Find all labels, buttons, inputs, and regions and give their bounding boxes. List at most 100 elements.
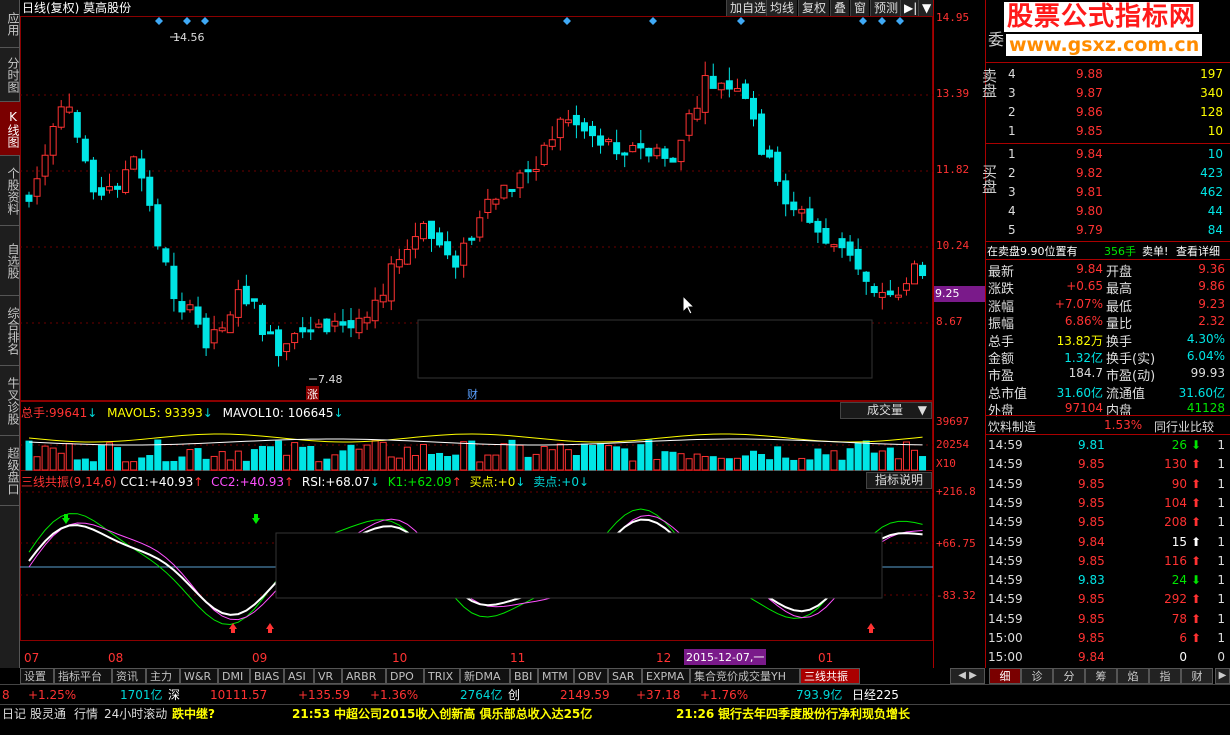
zhang-marker[interactable]: 涨 [306,386,319,402]
news-time-3: 21:26 [676,707,715,721]
nav-item-0[interactable]: 应用 [0,0,20,48]
nav-item-3[interactable]: 个股资料 [0,156,20,226]
buy-level-row[interactable]: 3 9.81 462 [986,183,1230,201]
panel-tab[interactable]: 指 [1149,668,1181,684]
chevron-down-icon[interactable]: ▼ [918,0,935,16]
nav-item-7[interactable]: 超级盘口 [0,436,20,506]
indicator-tab[interactable]: W&R [180,668,218,684]
panel-tab[interactable]: 财 [1181,668,1213,684]
big-order-notice[interactable]: 在卖盘9.90位置有 356手 卖单! 查看详细 [986,241,1230,259]
indicator-tab[interactable]: ARBR [342,668,386,684]
nav-item-1[interactable]: 分时图 [0,48,20,102]
panel-tab-scroll[interactable]: ▶ [1215,668,1230,684]
panel-tab[interactable]: 分 [1053,668,1085,684]
volume-bar [830,450,838,471]
kline-chart-area[interactable]: 07 08 09 10 11 12 01 [20,0,933,668]
panel-tab[interactable]: 焰 [1117,668,1149,684]
level-price: 9.86 [1076,105,1103,119]
news-tab-24h[interactable]: 24小时滚动 [104,705,167,722]
indicator-tab[interactable]: TRIX [424,668,460,684]
sell-level-row[interactable]: 1 9.85 10 [986,122,1230,140]
tab-scroll-arrows[interactable]: ◀ ▶ [950,668,985,684]
tick-volume: 15 [1171,534,1187,549]
restore-right-button[interactable]: 复权 [798,0,830,16]
date-tick: 07 [24,651,39,665]
volume-bar [798,457,806,471]
indicator-tab[interactable]: 指标平台 [54,668,112,684]
tick-count: 1 [1217,476,1225,491]
indicator-tab[interactable]: BIAS [250,668,284,684]
sell-level-row[interactable]: 3 9.87 340 [986,84,1230,102]
indicator-tab[interactable]: 三线共振 [800,668,860,684]
panel-tab[interactable]: 细 [989,668,1021,684]
indicator-tab[interactable]: 主力 [146,668,180,684]
indicator-tab[interactable]: SAR [608,668,642,684]
nav-item-6[interactable]: 牛叉诊股 [0,366,20,436]
notice-action: 卖单! [1142,245,1169,258]
buy-level-row[interactable]: 2 9.82 423 [986,164,1230,182]
news-tab-diary[interactable]: 日记 [2,705,26,722]
industry-row[interactable]: 饮料制造 1.53% 同行业比较 [986,416,1230,434]
volume-bar [524,456,532,471]
buy-level-row[interactable]: 5 9.79 84 [986,221,1230,239]
buy-level-row[interactable]: 1 9.84 10 [986,145,1230,163]
candle-body [395,259,403,268]
volume-bar [580,443,588,471]
sell-level-row[interactable]: 2 9.86 128 [986,103,1230,121]
indicator-tab[interactable]: 新DMA [460,668,510,684]
arrow-up-icon: ↑ [283,475,295,489]
cai-marker[interactable]: 财 [467,386,478,402]
volume-bar [500,443,508,471]
quote-row: 总市值 31.60亿 流通值 31.60亿 [986,382,1230,402]
date-tick: 09 [252,651,267,665]
add-watch-button[interactable]: 加自选 [726,0,770,16]
ticker-i: 创 [508,688,521,702]
mouse-cursor-icon [682,294,696,315]
panel-tab[interactable]: 诊 [1021,668,1053,684]
indicator-tab[interactable]: ASI [284,668,314,684]
nav-item-2[interactable]: K线图 [0,102,20,156]
industry-compare-link[interactable]: 同行业比较 [1154,418,1214,435]
indicator-tab[interactable]: DMI [218,668,250,684]
forecast-button[interactable]: 预测 [870,0,902,16]
tick-volume: 90 [1171,476,1187,491]
news-headline-3[interactable]: 银行去年四季度股份行净利现负增长 [718,705,910,722]
news-tab-gulingtong[interactable]: 股灵通 [30,705,66,722]
volume-bar [878,450,886,471]
indicator-tab[interactable]: EXPMA [642,668,690,684]
nav-item-4[interactable]: 自选股 [0,226,20,296]
indicator-tab[interactable]: 集合竞价成交量YH [690,668,800,684]
ticker-a: 8 [2,688,10,702]
nav-item-5[interactable]: 综合排名 [0,296,20,366]
index-ticker[interactable]: 8 +1.25% 1701亿 深 10111.57 +135.59 +1.36%… [0,684,1230,704]
volume-bar [902,441,910,471]
overlay-button[interactable]: 叠 [830,0,850,16]
indicator-tab[interactable]: OBV [574,668,608,684]
volume-indicator-select[interactable]: 成交量 ▼ [840,402,932,419]
buy-level-row[interactable]: 4 9.80 44 [986,202,1230,220]
news-headline-2[interactable]: 中超公司2015收入创新高 俱乐部总收入达25亿 [334,705,592,722]
notice-detail-link[interactable]: 查看详细 [1176,243,1220,259]
panel-tab[interactable]: 筹 [1085,668,1117,684]
sell-level-row[interactable]: 4 9.88 197 [986,65,1230,83]
tick-volume: 6 [1179,631,1187,645]
candle-body [902,283,910,291]
indicator-tab[interactable]: BBI [510,668,538,684]
ma-line-button[interactable]: 均线 [766,0,798,16]
news-tab-market[interactable]: 行情 [74,705,98,722]
candle-body [492,198,500,205]
window-button[interactable]: 窗 [850,0,870,16]
indicator-tab[interactable]: DPO [386,668,424,684]
tick-row: 15:00 9.84 0 0 [986,648,1230,666]
indicator-tab[interactable]: MTM [538,668,574,684]
indicator-name[interactable]: 三线共振(9,14,6) [21,475,117,489]
indicator-tab[interactable]: 设置 [20,668,54,684]
buy-point-value: +0 [497,475,516,489]
indicator-help-button[interactable]: 指标说明 [866,472,932,489]
news-headline-1[interactable]: 跌中继? [172,705,215,722]
signal-diamond-icon [859,17,867,25]
indicator-tab[interactable]: 资讯 [112,668,146,684]
volume-bar [637,444,645,471]
tick-time: 14:59 [988,495,1023,510]
indicator-tab[interactable]: VR [314,668,342,684]
